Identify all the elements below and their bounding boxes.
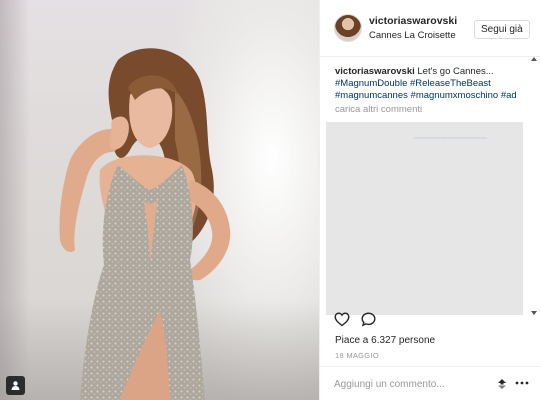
user-meta: victoriaswarovski Cannes La Croisette [369, 15, 457, 41]
comments-scrollbar[interactable] [531, 57, 537, 315]
scroll-up-arrow-icon[interactable] [531, 57, 537, 61]
comment-input[interactable] [334, 376, 494, 392]
load-more-comments-link[interactable]: carica altri commenti [335, 104, 422, 115]
scroll-down-arrow-icon[interactable] [531, 311, 537, 315]
speech-bubble-icon[interactable] [361, 312, 376, 332]
hashtag-link[interactable]: #magnumcannes [335, 90, 408, 101]
comments-embed-placeholder: ▔▔▔▔▔▔▔▔▔▔▔ [326, 122, 523, 315]
post-header: victoriaswarovski Cannes La Croisette Se… [320, 0, 541, 57]
hashtag-link[interactable]: #MagnumDouble [335, 78, 407, 89]
caption: victoriaswarovski Let's go Cannes... #Ma… [335, 66, 535, 102]
emoji-icon[interactable] [496, 377, 508, 389]
caption-username[interactable]: victoriaswarovski [335, 66, 415, 77]
post-date: 18 MAGGIO [335, 351, 379, 360]
likes-count[interactable]: Piace a 6.327 persone [335, 335, 435, 346]
post-photo[interactable] [0, 0, 319, 400]
username-link[interactable]: victoriaswarovski [369, 15, 457, 27]
post-modal: victoriaswarovski Cannes La Croisette Se… [0, 0, 541, 400]
location-link[interactable]: Cannes La Croisette [369, 30, 457, 41]
more-options-icon[interactable] [515, 377, 529, 389]
embed-blurred-text: ▔▔▔▔▔▔▔▔▔▔▔ [414, 138, 488, 147]
person-tag-icon[interactable] [6, 376, 25, 395]
post-actions [334, 312, 376, 332]
avatar[interactable] [334, 14, 362, 42]
comment-bar [320, 366, 541, 400]
hashtag-link[interactable]: #ReleaseTheBeast [410, 78, 491, 89]
hashtag-link[interactable]: #ad [501, 90, 517, 101]
post-sidebar: victoriaswarovski Cannes La Croisette Se… [319, 0, 541, 400]
hashtag-link[interactable]: #magnumxmoschino [411, 90, 499, 101]
photo-subject [59, 48, 231, 400]
caption-text: Let's go Cannes... [417, 66, 494, 77]
following-button[interactable]: Segui già [474, 20, 530, 39]
heart-icon[interactable] [334, 312, 350, 332]
